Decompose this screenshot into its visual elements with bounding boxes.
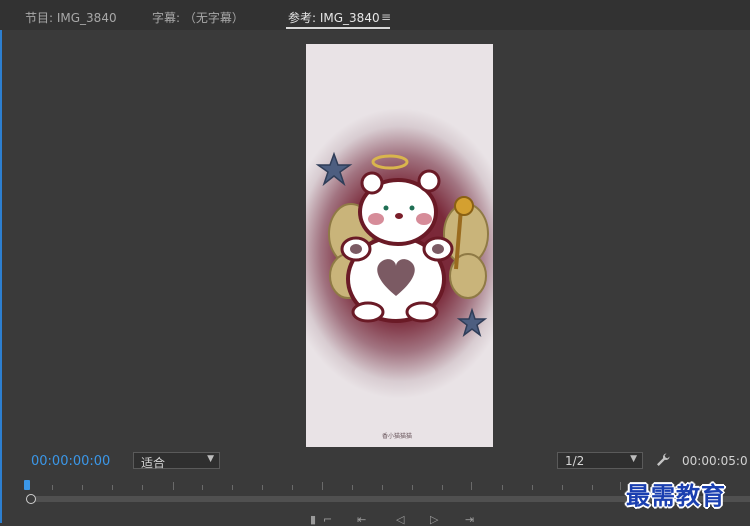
wand-moon bbox=[454, 196, 474, 216]
tab-captions[interactable]: 字幕: （无字幕） bbox=[152, 9, 244, 26]
cheek bbox=[416, 213, 432, 225]
wrench-icon[interactable] bbox=[655, 452, 671, 468]
duration-timecode: 00:00:05:0 bbox=[682, 454, 748, 468]
reference-monitor-viewer[interactable]: 香小猫猫猫 bbox=[306, 44, 493, 447]
tab-program[interactable]: 节目: IMG_3840 bbox=[25, 9, 117, 26]
active-tab-indicator bbox=[286, 27, 390, 29]
current-timecode[interactable]: 00:00:00:00 bbox=[31, 454, 110, 469]
bear-left-foot bbox=[351, 301, 385, 323]
panel-focus-accent bbox=[0, 0, 2, 523]
mark-in-icon[interactable]: ▮ bbox=[310, 513, 316, 526]
playhead-icon[interactable] bbox=[24, 480, 30, 490]
bear-right-foot bbox=[405, 301, 439, 323]
play-icon[interactable]: ▷ bbox=[430, 513, 438, 526]
bear-right-ear bbox=[417, 169, 441, 193]
bear-angel-illustration bbox=[315, 151, 489, 337]
tab-reference[interactable]: 参考: IMG_3840 bbox=[288, 9, 380, 26]
hamburger-menu-icon[interactable]: ≡ bbox=[381, 10, 391, 24]
zoom-level-value: 适合 bbox=[141, 456, 166, 470]
playback-resolution-select[interactable]: 1/2 ▼ bbox=[557, 452, 643, 469]
bear-left-ear bbox=[360, 171, 384, 195]
image-caption: 香小猫猫猫 bbox=[382, 433, 413, 440]
star-shape bbox=[315, 151, 353, 187]
paw-pad bbox=[350, 244, 362, 254]
watermark-logo: 最需教育 bbox=[626, 481, 726, 510]
playback-resolution-value: 1/2 bbox=[565, 454, 585, 468]
mark-out-icon[interactable]: ⌐ bbox=[323, 513, 332, 526]
bear-eye bbox=[383, 205, 389, 211]
step-forward-icon[interactable]: ⇥ bbox=[465, 513, 474, 526]
cheek bbox=[368, 213, 384, 225]
step-back-icon[interactable]: ◁ bbox=[396, 513, 404, 526]
paw-pad bbox=[432, 244, 444, 254]
bear-eye bbox=[409, 205, 415, 211]
go-to-in-icon[interactable]: ⇤ bbox=[357, 513, 366, 526]
monitor-tab-bar: 节目: IMG_3840 字幕: （无字幕） 参考: IMG_3840 ≡ bbox=[0, 0, 750, 30]
chevron-down-icon: ▼ bbox=[630, 454, 637, 464]
halo bbox=[371, 154, 409, 170]
star-shape bbox=[456, 307, 488, 337]
scrub-knob[interactable] bbox=[26, 494, 36, 504]
zoom-level-select[interactable]: 适合 ▼ bbox=[133, 452, 220, 470]
chevron-down-icon: ▼ bbox=[207, 454, 214, 464]
bear-nose bbox=[395, 213, 403, 219]
